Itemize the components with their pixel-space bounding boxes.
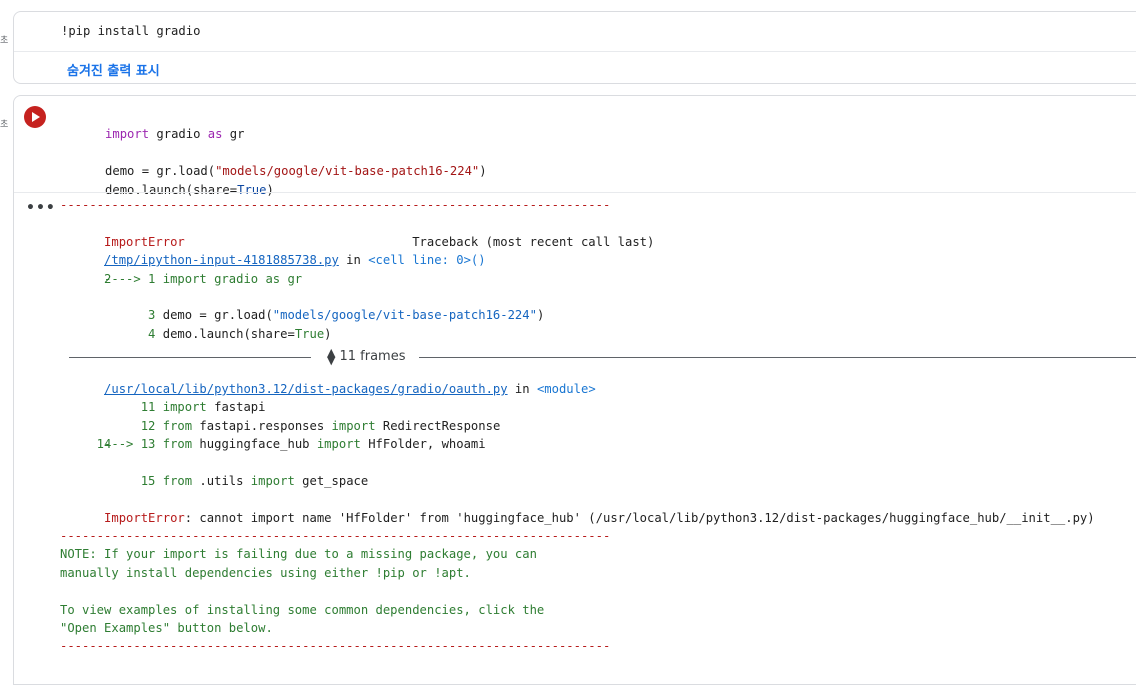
code-text: demo.launch(share=	[162, 326, 295, 341]
string-literal: "models/google/vit-base-patch16-224"	[272, 308, 537, 323]
traceback-line: 15 from .utils import get_space	[60, 453, 1095, 488]
code-text: .utils	[192, 473, 251, 488]
expand-frames-button[interactable]: ▲ ▼ 11 frames	[327, 345, 406, 367]
traceback-line: 3 demo = gr.load("models/google/vit-base…	[60, 288, 1095, 322]
note-line: manually install dependencies using eith…	[60, 565, 471, 580]
note-line: NOTE: If your import is failing due to a…	[60, 547, 537, 562]
frames-label: 11 frames	[339, 349, 406, 364]
error-message: : cannot import name 'HfFolder' from 'hu…	[184, 510, 1095, 525]
dash-line: ----------------------------------------…	[60, 639, 611, 654]
keyword: True	[294, 326, 325, 341]
note-line: To view examples of installing some comm…	[60, 602, 545, 617]
code-text: gradio	[149, 127, 208, 142]
code-cell-gradio-demo[interactable]: import gradio as gr demo = gr.load("mode…	[13, 95, 1136, 685]
code-line: import gradio as gr	[61, 107, 487, 141]
note-line: "Open Examples" button below.	[60, 620, 273, 635]
code-text: demo = gr.load(	[105, 164, 216, 179]
keyword: True	[237, 182, 267, 197]
line-number: 12	[104, 418, 163, 433]
code-text: )	[266, 182, 274, 197]
keyword: import	[162, 400, 207, 415]
keyword: from	[162, 473, 193, 488]
code-text: fastapi	[206, 400, 266, 415]
code-text: demo.launch(share=	[105, 182, 238, 197]
traceback-title: Traceback (most recent call last)	[184, 234, 655, 249]
string-literal: "models/google/vit-base-patch16-224"	[215, 164, 480, 179]
keyword: from	[162, 418, 193, 433]
code-text: fastapi.responses	[192, 418, 332, 433]
run-cell-button[interactable]	[24, 106, 46, 128]
line-number: 4	[104, 326, 163, 341]
code-text: )	[324, 326, 332, 341]
keyword: from	[162, 437, 193, 452]
more-horiz-icon[interactable]: •••	[26, 200, 56, 216]
keyword: import	[316, 437, 361, 452]
code-text: demo = gr.load(	[162, 308, 273, 323]
traceback-header: ImportError Traceback (most recent call …	[60, 214, 1095, 249]
code-line: demo = gr.load("models/google/vit-base-p…	[61, 144, 487, 178]
code-text: huggingface_hub	[192, 437, 317, 452]
line-marker: ----> 1	[104, 271, 163, 286]
frames-rule-right	[419, 357, 1136, 358]
code-text: import gradio as gr	[162, 271, 303, 286]
keyword: import	[105, 127, 150, 142]
code-text: )	[479, 164, 487, 179]
error-name: ImportError	[104, 234, 185, 249]
line-number: 3	[104, 308, 163, 323]
show-hidden-output-link[interactable]: 숨겨진 출력 표시	[67, 60, 160, 79]
location-text: <cell line: 0>()	[368, 253, 486, 268]
gutter-mark: 초	[0, 120, 9, 130]
cell-divider	[14, 51, 1136, 52]
keyword: import	[331, 418, 376, 433]
final-error-line: ImportError: cannot import name 'HfFolde…	[60, 490, 1095, 525]
code-cell-pip-install[interactable]: !pip install gradio 숨겨진 출력 표시	[13, 11, 1136, 84]
line-marker: ---> 13	[104, 437, 163, 452]
line-number: 15	[104, 473, 163, 488]
gutter-mark: 초	[0, 36, 9, 46]
code-text: in	[338, 253, 369, 268]
dash-line: ----------------------------------------…	[60, 198, 611, 212]
cell-output: ----------------------------------------…	[60, 196, 1095, 656]
code-text: in	[507, 381, 537, 396]
location-text: <module>	[536, 381, 596, 396]
line-number: 11	[104, 400, 163, 415]
code-text: gr	[222, 127, 245, 142]
unfold-icon: ▲ ▼	[327, 345, 336, 367]
dash-line: ----------------------------------------…	[60, 529, 611, 544]
collapsed-frames-row: ▲ ▼ 11 frames	[69, 345, 1136, 367]
code-text: HfFolder, whoami	[360, 437, 486, 452]
code-text: )	[536, 308, 545, 323]
keyword: import	[250, 473, 295, 488]
code-text: RedirectResponse	[375, 418, 501, 433]
cell-code[interactable]: !pip install gradio	[61, 24, 200, 38]
output-separator	[14, 192, 1136, 193]
code-text: get_space	[294, 473, 369, 488]
keyword: as	[207, 127, 223, 142]
error-name: ImportError	[104, 510, 185, 525]
file-link[interactable]: /usr/local/lib/python3.12/dist-packages/…	[104, 382, 508, 396]
frames-rule-left	[69, 357, 311, 358]
file-link[interactable]: /tmp/ipython-input-4181885738.py	[104, 253, 339, 267]
cell-code[interactable]: import gradio as gr demo = gr.load("mode…	[61, 107, 487, 196]
